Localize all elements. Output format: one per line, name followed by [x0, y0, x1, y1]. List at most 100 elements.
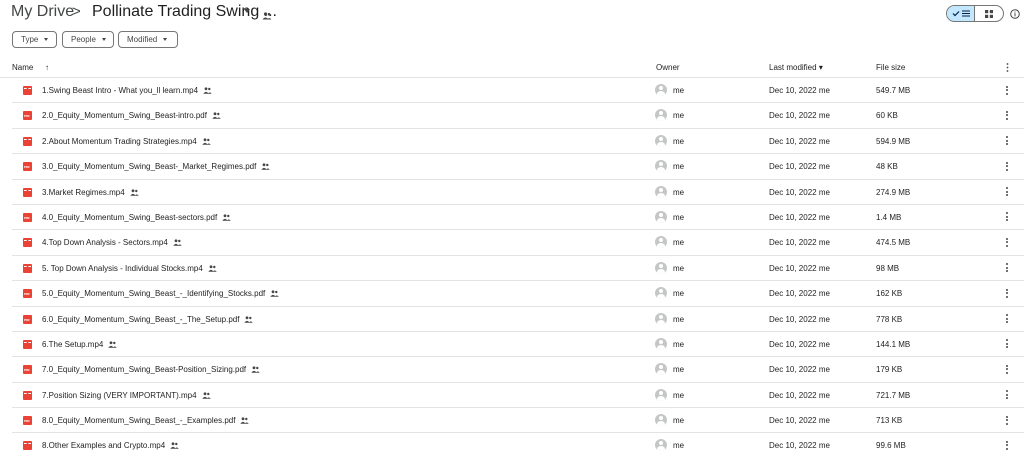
last-modified-value: Dec 10, 2022 me: [769, 263, 830, 273]
last-modified-value: Dec 10, 2022 me: [769, 339, 830, 349]
file-name[interactable]: 4.0_Equity_Momentum_Swing_Beast-sectors.…: [42, 213, 217, 222]
column-name-header[interactable]: Name: [12, 63, 33, 72]
file-name[interactable]: 4.Top Down Analysis - Sectors.mp4: [42, 238, 168, 247]
people-icon: [170, 442, 179, 451]
file-name[interactable]: 6.The Setup.mp4: [42, 340, 103, 349]
chevron-down-icon: [163, 38, 168, 41]
more-vert-icon[interactable]: [1005, 211, 1009, 223]
avatar: [655, 287, 667, 300]
file-name[interactable]: 3.0_Equity_Momentum_Swing_Beast-_Market_…: [42, 162, 256, 171]
file-row[interactable]: 2.About Momentum Trading Strategies.mp4 m…: [12, 129, 1024, 155]
more-vert-icon[interactable]: [1005, 414, 1009, 426]
last-modified-value: Dec 10, 2022 me: [769, 238, 830, 248]
file-name[interactable]: 8.0_Equity_Momentum_Swing_Beast_-_Exampl…: [42, 416, 235, 425]
owner-name: me: [673, 187, 685, 197]
file-row[interactable]: 8.Other Examples and Crypto.mp4 me Dec 10,…: [12, 433, 1024, 458]
owner-name: me: [673, 111, 685, 121]
file-name[interactable]: 7.0_Equity_Momentum_Swing_Beast-Position…: [42, 365, 246, 374]
file-row[interactable]: 7.Position Sizing (VERY IMPORTANT).mp4 me…: [12, 383, 1024, 409]
more-vert-icon[interactable]: [1005, 109, 1009, 121]
people-icon: [261, 163, 270, 172]
file-name[interactable]: 3.Market Regimes.mp4: [42, 188, 125, 197]
file-size-value: 144.1 MB: [876, 339, 911, 349]
file-row[interactable]: 7.0_Equity_Momentum_Swing_Beast-Position…: [12, 357, 1024, 383]
breadcrumb-my-drive[interactable]: My Drive: [11, 3, 74, 21]
people-icon: [203, 87, 212, 96]
avatar: [655, 236, 667, 249]
more-vert-icon[interactable]: [1005, 262, 1009, 274]
sort-caret-icon: ▾: [818, 63, 823, 72]
more-vert-icon[interactable]: [1005, 363, 1009, 375]
avatar: [655, 134, 667, 147]
column-owner-header[interactable]: Owner: [656, 63, 680, 72]
more-vert-icon[interactable]: [1005, 313, 1009, 325]
shared-folder-icon: [262, 7, 272, 25]
owner-name: me: [673, 136, 685, 146]
avatar: [655, 261, 667, 274]
avatar: [655, 160, 667, 173]
avatar: [655, 84, 667, 96]
more-vert-icon[interactable]: [1005, 439, 1009, 451]
more-vert-icon[interactable]: [1005, 389, 1009, 401]
people-icon: [173, 239, 182, 248]
file-size-value: 162 KB: [876, 289, 903, 299]
column-last-modified-header[interactable]: Last modified ▾: [769, 63, 823, 72]
owner-name: me: [673, 314, 685, 324]
file-row[interactable]: 6.The Setup.mp4 me Dec 10, 2022 me 144.1 MB: [12, 332, 1024, 358]
file-row[interactable]: 3.0_Equity_Momentum_Swing_Beast-_Market_…: [12, 154, 1024, 180]
more-vert-icon[interactable]: [1005, 186, 1009, 198]
file-name[interactable]: 5.0_Equity_Momentum_Swing_Beast_-_Identi…: [42, 289, 265, 298]
last-modified-value: Dec 10, 2022 me: [769, 111, 830, 121]
file-row[interactable]: 8.0_Equity_Momentum_Swing_Beast_-_Exampl…: [12, 408, 1024, 434]
owner-name: me: [673, 212, 685, 222]
sort-arrow-up-icon[interactable]: ↑: [45, 63, 49, 72]
people-icon: [130, 188, 139, 198]
last-modified-value: Dec 10, 2022 me: [769, 162, 830, 172]
grid-view-button[interactable]: [975, 6, 1003, 21]
file-name[interactable]: 5. Top Down Analysis - Individual Stocks…: [42, 264, 203, 273]
last-modified-value: Dec 10, 2022 me: [769, 314, 830, 324]
chevron-down-icon[interactable]: [244, 9, 250, 13]
people-icon: [208, 265, 217, 274]
list-view-button[interactable]: [947, 6, 976, 21]
file-row[interactable]: 4.Top Down Analysis - Sectors.mp4 me Dec 1…: [12, 230, 1024, 256]
more-vert-icon[interactable]: [1005, 287, 1009, 299]
file-row[interactable]: 5.0_Equity_Momentum_Swing_Beast_-_Identi…: [12, 281, 1024, 307]
video-file-icon: [23, 238, 32, 248]
file-name[interactable]: 2.0_Equity_Momentum_Swing_Beast-intro.pd…: [42, 111, 207, 120]
file-row[interactable]: 2.0_Equity_Momentum_Swing_Beast-intro.pd…: [12, 103, 1024, 129]
more-vert-icon[interactable]: [1005, 84, 1009, 96]
people-icon: [251, 366, 260, 375]
avatar: [655, 312, 667, 325]
file-name[interactable]: 7.Position Sizing (VERY IMPORTANT).mp4: [42, 391, 197, 400]
modified-filter-button[interactable]: Modified: [118, 31, 178, 48]
file-name[interactable]: 2.About Momentum Trading Strategies.mp4: [42, 137, 197, 146]
last-modified-label: Last modified: [769, 63, 817, 72]
file-row[interactable]: 1.Swing Beast Intro - What you_ll learn.…: [12, 78, 1024, 104]
more-vert-icon[interactable]: [1005, 236, 1009, 248]
file-size-value: 98 MB: [876, 263, 900, 273]
last-modified-value: Dec 10, 2022 me: [769, 212, 830, 222]
more-vert-icon[interactable]: [1005, 160, 1009, 172]
owner-name: me: [673, 289, 685, 299]
column-file-size-header[interactable]: File size: [876, 63, 905, 72]
owner-name: me: [673, 390, 685, 400]
list-icon: [961, 10, 970, 17]
people-filter-button[interactable]: People: [62, 31, 114, 48]
pdf-file-icon: [23, 162, 32, 172]
file-row[interactable]: 3.Market Regimes.mp4 me Dec 10, 2022 me 274…: [12, 180, 1024, 205]
more-vert-icon[interactable]: [1005, 338, 1009, 350]
more-vert-icon[interactable]: [1006, 63, 1009, 74]
file-name[interactable]: 6.0_Equity_Momentum_Swing_Beast_-_The_Se…: [42, 315, 239, 324]
file-row[interactable]: 4.0_Equity_Momentum_Swing_Beast-sectors.…: [12, 205, 1024, 231]
last-modified-value: Dec 10, 2022 me: [769, 441, 830, 451]
file-row[interactable]: 5. Top Down Analysis - Individual Stocks…: [12, 256, 1024, 282]
more-vert-icon[interactable]: [1005, 135, 1009, 147]
file-name[interactable]: 1.Swing Beast Intro - What you_ll learn.…: [42, 86, 198, 95]
file-name[interactable]: 8.Other Examples and Crypto.mp4: [42, 441, 165, 450]
file-row[interactable]: 6.0_Equity_Momentum_Swing_Beast_-_The_Se…: [12, 307, 1024, 332]
file-list-header: Name ↑ Owner Last modified ▾ File size: [0, 58, 1024, 78]
info-icon[interactable]: [1010, 6, 1020, 24]
people-icon: [222, 214, 231, 223]
type-filter-button[interactable]: Type: [12, 31, 57, 48]
